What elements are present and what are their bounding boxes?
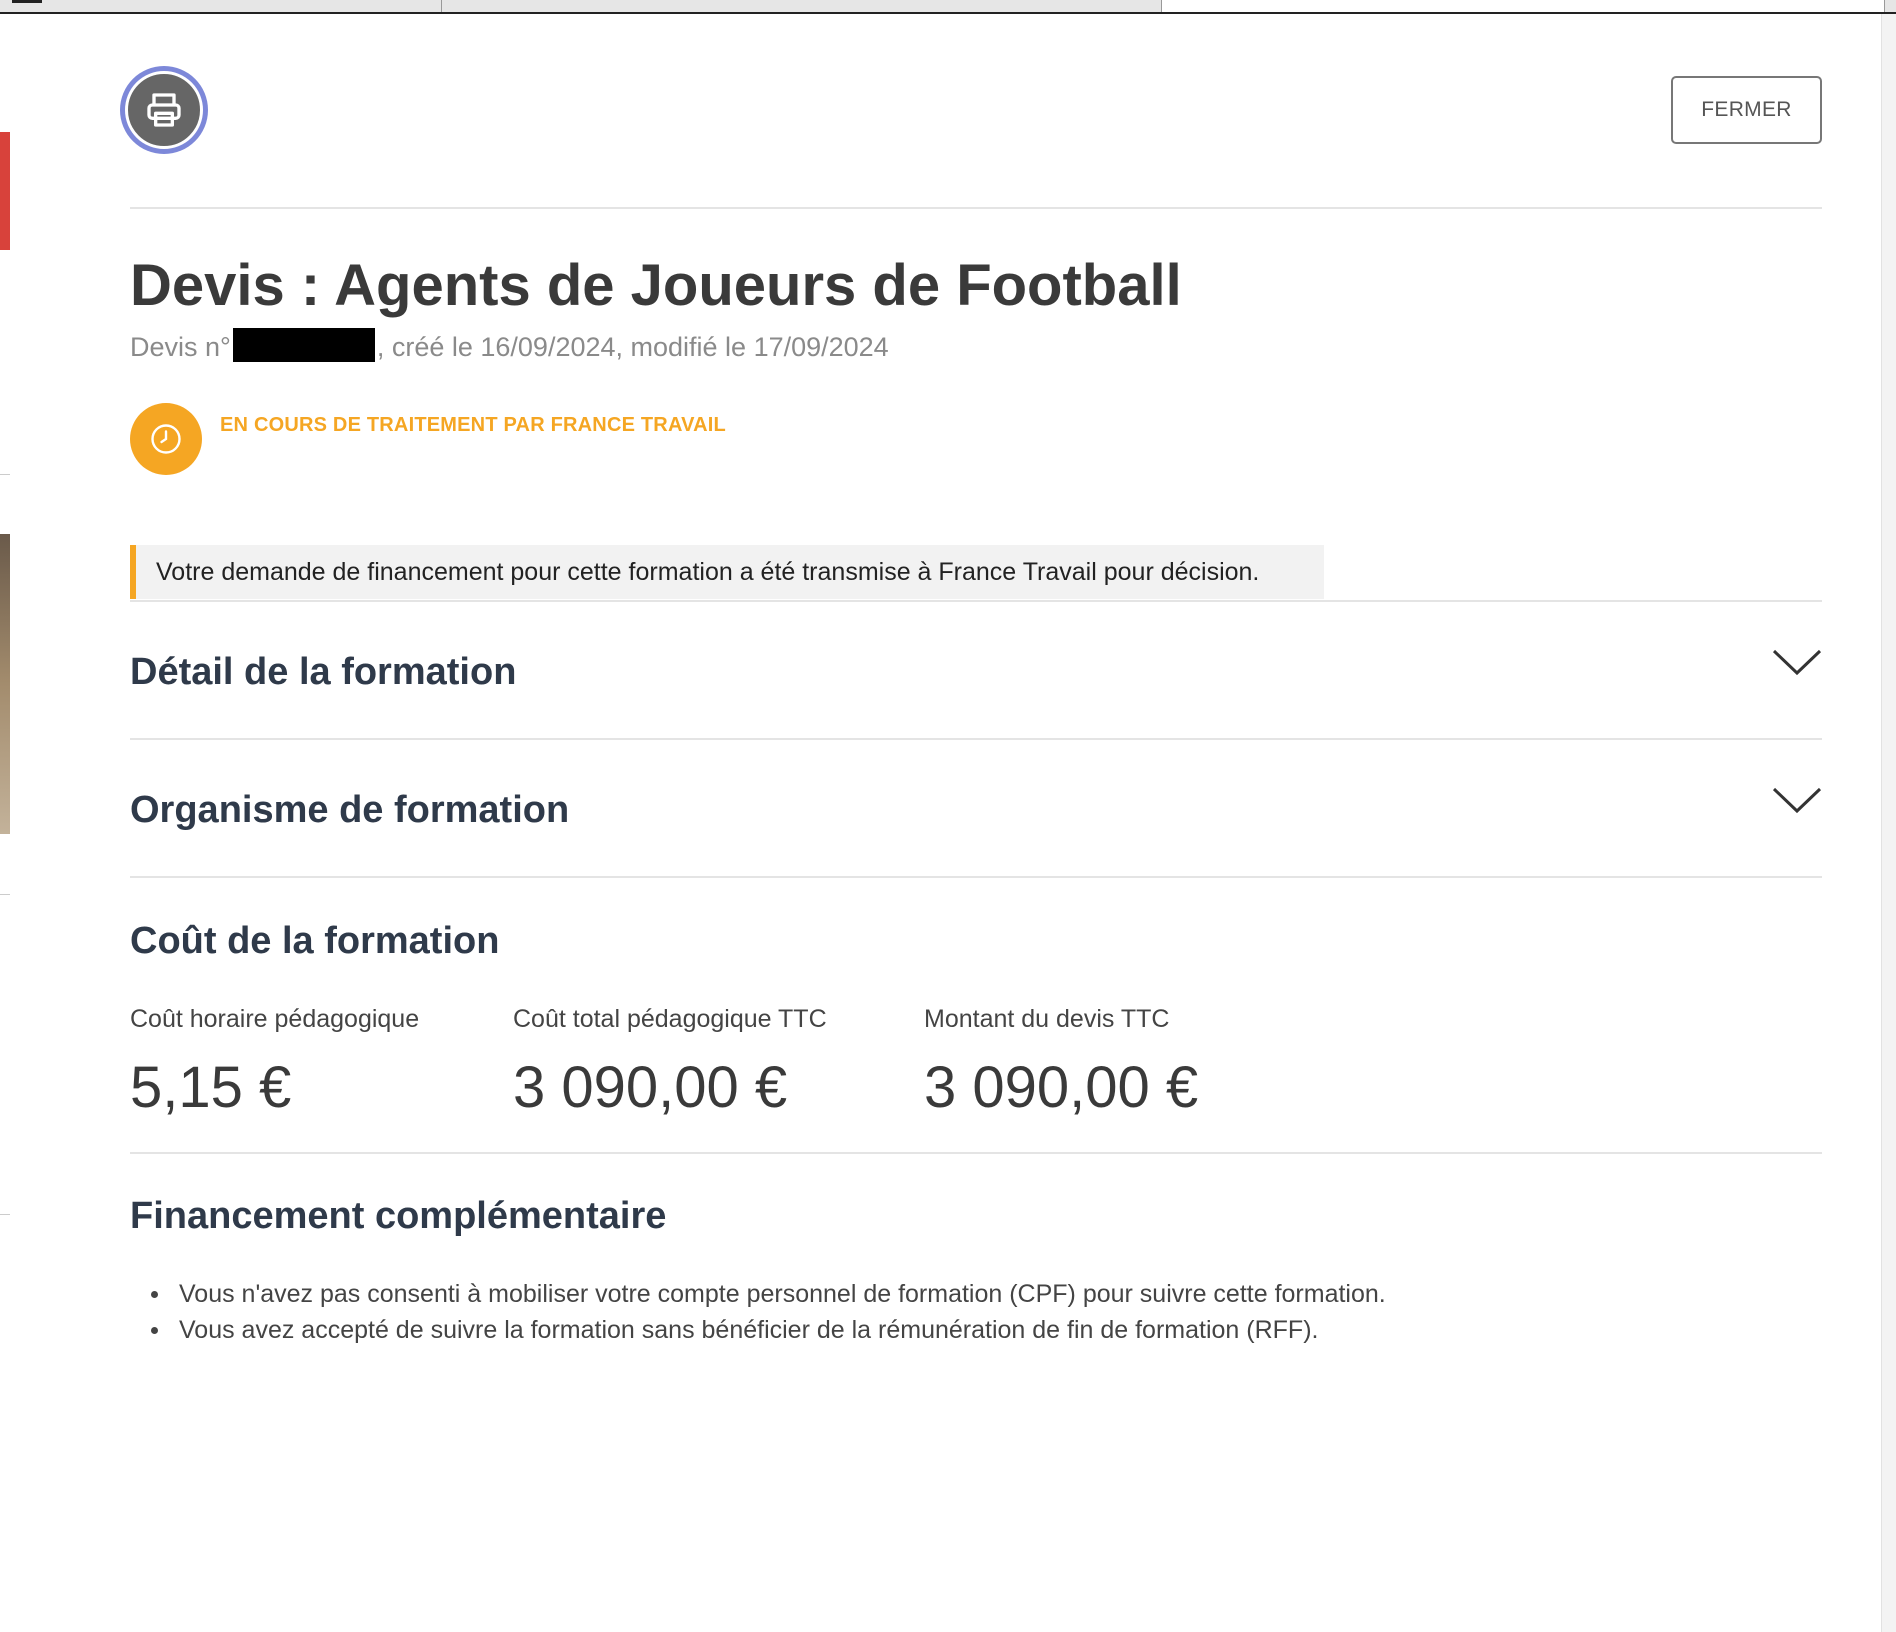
quote-dates: , créé le 16/09/2024, modifié le 17/09/2… <box>376 332 889 362</box>
accordion-detail-formation[interactable]: Détail de la formation <box>130 601 1822 737</box>
background-page <box>0 14 10 1632</box>
section-title-detail: Détail de la formation <box>130 651 517 693</box>
cost-item: Coût total pédagogique TTC 3 090,00 € <box>513 1002 827 1122</box>
background-logo <box>0 44 10 114</box>
cost-value: 5,15 € <box>130 1055 292 1120</box>
header-divider <box>130 207 1822 209</box>
scrollbar-track[interactable] <box>1881 14 1896 1632</box>
background-divider <box>0 1214 10 1215</box>
quote-meta: Devis n° , créé le 16/09/2024, modifié le… <box>130 328 889 365</box>
background-image <box>0 534 10 834</box>
cost-label: Coût total pédagogique TTC <box>513 1005 827 1033</box>
accordion-organisme-formation[interactable]: Organisme de formation <box>130 739 1822 875</box>
browser-tab[interactable] <box>0 0 442 12</box>
status-label: EN COURS DE TRAITEMENT PAR FRANCE TRAVAI… <box>220 414 726 436</box>
cost-label: Montant du devis TTC <box>924 1005 1170 1033</box>
section-divider <box>130 876 1822 878</box>
print-button[interactable] <box>120 66 208 154</box>
notice-text: Votre demande de financement pour cette … <box>156 557 1260 586</box>
background-divider <box>0 894 10 895</box>
financing-list: Vous n'avez pas consenti à mobiliser vot… <box>148 1276 1386 1348</box>
close-button[interactable]: FERMER <box>1671 76 1822 144</box>
cost-label: Coût horaire pédagogique <box>130 1005 420 1033</box>
browser-tab[interactable] <box>441 0 1162 12</box>
background-divider <box>0 474 10 475</box>
chevron-down-icon[interactable] <box>1772 785 1822 815</box>
section-title-cost: Coût de la formation <box>130 920 500 962</box>
cost-item: Montant du devis TTC 3 090,00 € <box>924 1002 1198 1122</box>
browser-tab-strip <box>0 0 1896 14</box>
page-title: Devis : Agents de Joueurs de Football <box>130 253 1182 318</box>
browser-tab-active[interactable] <box>1161 0 1885 12</box>
cost-item: Coût horaire pédagogique 5,15 € <box>130 1002 419 1122</box>
cost-value: 3 090,00 € <box>513 1055 788 1120</box>
background-banner <box>0 132 10 250</box>
section-title-organisme: Organisme de formation <box>130 789 570 831</box>
section-divider <box>130 1152 1822 1154</box>
list-item: Vous avez accepté de suivre la formation… <box>148 1312 1386 1348</box>
cost-value: 3 090,00 € <box>924 1055 1199 1120</box>
redacted-quote-number <box>232 328 375 362</box>
section-title-financing: Financement complémentaire <box>130 1195 667 1237</box>
printer-icon <box>125 71 203 149</box>
list-item: Vous n'avez pas consenti à mobiliser vot… <box>148 1276 1386 1312</box>
notice-banner: Votre demande de financement pour cette … <box>130 545 1324 599</box>
clock-icon <box>130 403 202 475</box>
chevron-down-icon[interactable] <box>1772 647 1822 677</box>
quote-number-label: Devis n° <box>130 332 231 362</box>
